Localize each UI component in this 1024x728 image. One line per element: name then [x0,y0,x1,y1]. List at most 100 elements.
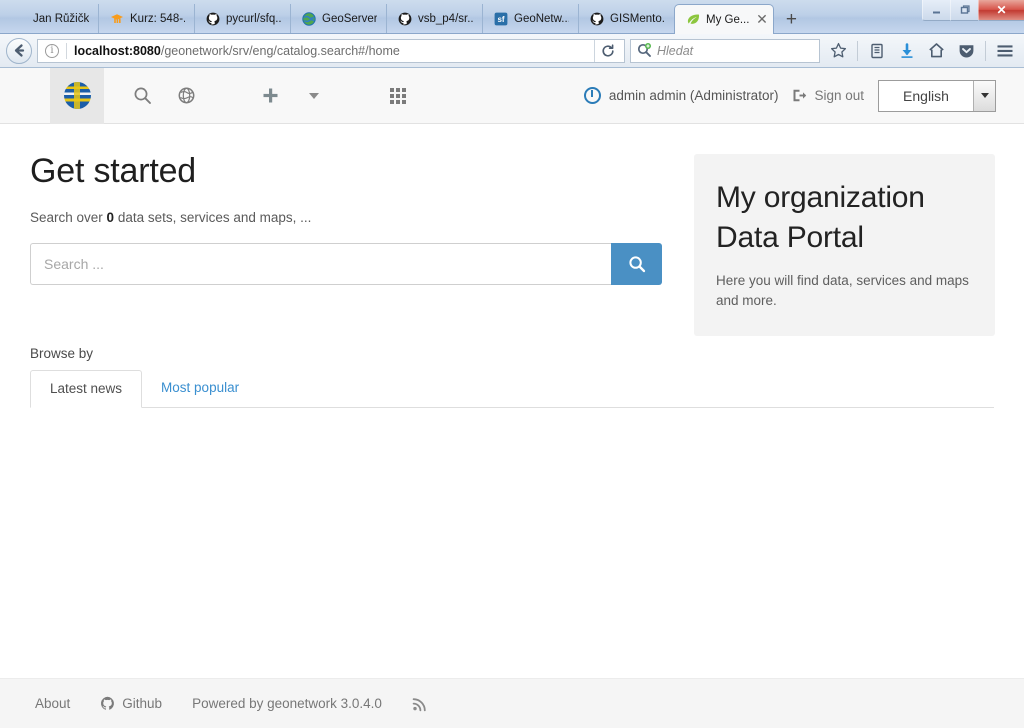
chevron-down-icon[interactable] [292,68,336,124]
close-icon[interactable]: ✕ [754,12,769,27]
browser-tab-bar: Jan Růžička - s... Kurz: 548-... pycurl/… [0,0,1024,34]
tab-title: GeoServer... [322,12,377,25]
divider [985,40,986,61]
tab-title: vsb_p4/sr... [418,12,473,25]
search-button[interactable] [611,243,662,285]
portal-info-card: My organization Data Portal Here you will… [694,154,995,337]
language-value: English [903,87,949,104]
user-account-icon [583,87,601,104]
search-placeholder: Hledat [657,43,694,58]
record-count-text: Search over 0 data sets, services and ma… [30,210,664,225]
footer-about-link[interactable]: About [35,696,70,711]
browser-tab[interactable]: pycurl/sfq... [194,4,290,33]
portal-title: My organization Data Portal [716,178,973,257]
moodle-icon [109,11,125,27]
portal-description: Here you will find data, services and ma… [716,273,969,308]
footer-github-label: Github [122,696,163,711]
browser-toolbar: i localhost:8080/geonetwork/srv/eng/cata… [0,34,1024,68]
map-globe-icon[interactable] [164,68,208,124]
rss-icon[interactable] [412,696,428,712]
right-column: My organization Data Portal Here you will… [694,154,995,678]
browse-label: Browse by [30,346,94,361]
signout-button[interactable]: Sign out [792,88,864,103]
signout-label: Sign out [814,88,864,103]
search-icon[interactable] [120,68,164,124]
sourceforge-icon: sf [493,11,509,27]
minimize-button[interactable] [922,0,950,21]
app-header-right: admin admin (Administrator) Sign out Eng… [583,79,1024,112]
portal-title-line1: My organization [716,181,925,214]
chevron-down-icon[interactable] [973,80,995,111]
language-select[interactable]: English [878,79,996,112]
signout-icon [792,88,807,103]
tab-title: GISMento... [610,12,665,25]
geonetwork-leaf-icon [685,12,701,28]
search-form [30,243,662,285]
web-page: admin admin (Administrator) Sign out Eng… [0,68,1024,728]
new-tab-button[interactable]: + [778,6,804,33]
page-footer: About Github Powered by geonetwork 3.0.4… [0,678,1024,728]
footer-github-link[interactable]: Github [100,696,162,711]
none-icon [12,11,28,27]
tab-most-popular[interactable]: Most popular [142,370,258,408]
record-count: 0 [106,210,115,225]
search-icon [637,43,652,58]
app-header: admin admin (Administrator) Sign out Eng… [0,68,1024,124]
browser-tab[interactable]: sf GeoNetw... [482,4,578,33]
site-info-icon[interactable]: i [45,43,59,58]
address-bar[interactable]: i localhost:8080/geonetwork/srv/eng/cata… [37,38,625,63]
tab-title: My Ge... [706,13,750,26]
divider [66,42,67,59]
app-nav [104,68,420,124]
home-icon[interactable] [923,38,950,64]
browser-tab-active[interactable]: My Ge... ✕ [674,4,775,34]
downloads-icon[interactable] [893,38,920,64]
left-column: Get started Search over 0 data sets, ser… [30,154,664,678]
browser-tab[interactable]: GISMento... [578,4,674,33]
add-icon[interactable] [248,68,292,124]
library-icon[interactable] [863,38,890,64]
back-button[interactable] [6,37,32,64]
browser-search-box[interactable]: Hledat [630,38,820,63]
svg-text:sf: sf [497,15,504,24]
reload-icon[interactable] [594,39,620,62]
subtitle-pre: Search over [30,210,107,225]
main-content: Get started Search over 0 data sets, ser… [0,124,1024,678]
browser-window: Jan Růžička - s... Kurz: 548-... pycurl/… [0,0,1024,728]
browser-tab[interactable]: Kurz: 548-... [98,4,194,33]
browser-tab[interactable]: GeoServer... [290,4,386,33]
globe-logo-icon [63,82,91,109]
bookmark-star-icon[interactable] [825,38,852,64]
tab-title: Jan Růžička - s... [33,12,89,25]
geonetwork-logo[interactable] [50,68,104,124]
github-icon [397,11,413,27]
browser-tab[interactable]: Jan Růžička - s... [2,4,98,33]
user-info[interactable]: admin admin (Administrator) [583,87,778,104]
apps-grid-icon[interactable] [376,68,420,124]
search-input[interactable] [30,243,611,285]
portal-title-line2: Data Portal [716,220,864,254]
github-icon [589,11,605,27]
geoserver-icon [301,11,317,27]
tab-title: pycurl/sfq... [226,12,281,25]
tab-latest-news[interactable]: Latest news [30,370,143,408]
browser-tab[interactable]: vsb_p4/sr... [386,4,482,33]
github-icon [100,696,115,711]
url-text: localhost:8080/geonetwork/srv/eng/catalo… [74,44,400,58]
pocket-icon[interactable] [953,38,980,64]
menu-icon[interactable] [991,38,1018,64]
restore-button[interactable] [950,0,978,21]
url-path: /geonetwork/srv/eng/catalog.search#/home [160,43,400,58]
url-host: localhost:8080 [74,43,161,58]
browse-section: Browse by Latest news Most popular [30,346,994,408]
subtitle-post: data sets, services and maps, ... [114,210,312,225]
window-controls: ✕ [922,0,1024,21]
github-icon [205,11,221,27]
footer-powered-by: Powered by geonetwork 3.0.4.0 [192,696,382,711]
page-title: Get started [30,152,196,190]
close-button[interactable]: ✕ [978,0,1024,21]
divider [857,40,858,61]
tab-title: Kurz: 548-... [130,12,185,25]
browser-nav-icons [825,38,1018,64]
browse-tabs: Latest news Most popular [30,369,994,408]
